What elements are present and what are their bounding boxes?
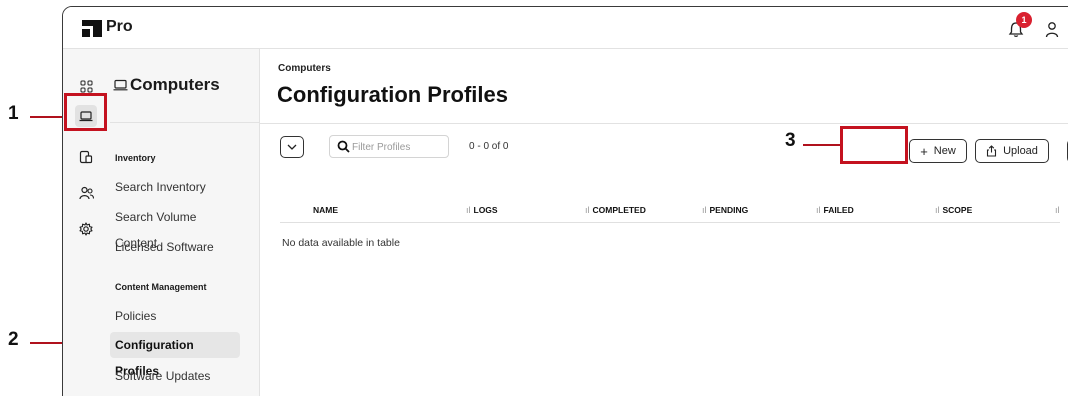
main-content: Computers Configuration Profiles 0 - 0 o… — [260, 49, 1068, 396]
sort-icon: ıl — [1055, 205, 1060, 215]
chevron-down-icon — [287, 144, 297, 150]
nav-section-inventory: Inventory — [115, 153, 156, 163]
table-header: NAME ıl LOGS ıl COMPLETED ıl PENDING ıl … — [280, 203, 1060, 223]
brand-logo — [82, 20, 102, 37]
new-button-label: New — [933, 145, 956, 157]
column-label: COMPLETED — [592, 205, 646, 215]
column-label: SCOPE — [942, 205, 973, 215]
sort-icon: ıl — [935, 205, 940, 215]
column-header-completed[interactable]: ıl COMPLETED — [585, 205, 646, 215]
column-label: LOGS — [473, 205, 498, 215]
sort-icon: ıl — [702, 205, 707, 215]
nav-title: Computers — [130, 75, 220, 94]
app-window: Pro 1 Computers Inventory Search Invento… — [62, 6, 1068, 396]
brand-name: Pro — [106, 18, 133, 35]
collapse-toggle-button[interactable] — [280, 136, 304, 158]
upload-button[interactable]: Upload — [975, 139, 1049, 163]
result-count: 0 - 0 of 0 — [469, 141, 509, 152]
devices-icon[interactable] — [75, 146, 97, 168]
callout-line-3 — [803, 144, 840, 146]
page-title: Configuration Profiles — [277, 82, 508, 107]
column-label: PENDING — [709, 205, 749, 215]
user-icon[interactable] — [1044, 21, 1060, 38]
sort-icon: ıl — [585, 205, 590, 215]
callout-box-1 — [64, 93, 107, 131]
notification-badge: 1 — [1016, 12, 1032, 28]
laptop-icon — [113, 79, 128, 91]
nav-header: Computers — [110, 49, 260, 123]
plus-icon: + — [920, 143, 928, 159]
divider — [260, 123, 1068, 124]
column-header-scope[interactable]: ıl SCOPE — [935, 205, 972, 215]
new-button[interactable]: + New — [909, 139, 967, 163]
sort-icon: ıl — [816, 205, 821, 215]
nav-item-configuration-profiles[interactable]: Configuration Profiles — [110, 332, 240, 378]
nav-item-software-updates[interactable]: Software Updates — [110, 363, 240, 389]
top-bar: Pro 1 — [63, 7, 1068, 49]
nav-item-policies[interactable]: Policies — [110, 303, 240, 329]
empty-table-message: No data available in table — [282, 237, 400, 249]
filter-profiles-input[interactable] — [352, 139, 446, 155]
nav-item-search-volume-content[interactable]: Search Volume Content — [110, 204, 240, 250]
column-header-logs[interactable]: ıl LOGS — [466, 205, 498, 215]
settings-icon[interactable] — [75, 218, 97, 240]
upload-button-label: Upload — [1003, 145, 1038, 157]
nav-item-licensed-software[interactable]: Licensed Software — [110, 234, 240, 260]
column-header-name[interactable]: NAME — [313, 205, 338, 215]
upload-icon — [987, 145, 997, 157]
filter-field[interactable] — [329, 135, 449, 158]
column-label: NAME — [313, 205, 339, 215]
sort-icon: ıl — [466, 205, 471, 215]
search-icon — [337, 140, 350, 153]
nav-panel: Computers Inventory Search Inventory Sea… — [110, 49, 260, 396]
nav-section-content-management: Content Management — [115, 282, 207, 292]
callout-number-1: 1 — [8, 103, 19, 124]
callout-box-3 — [840, 126, 908, 164]
column-header-failed[interactable]: ıl FAILED — [816, 205, 854, 215]
users-icon[interactable] — [75, 182, 97, 204]
nav-item-search-inventory[interactable]: Search Inventory — [110, 174, 240, 200]
column-header-pending[interactable]: ıl PENDING — [702, 205, 748, 215]
callout-line-1 — [30, 116, 66, 118]
callout-number-2: 2 — [8, 329, 19, 350]
column-label: FAILED — [823, 205, 854, 215]
column-header-more[interactable]: ıl — [1055, 205, 1060, 215]
callout-number-3: 3 — [785, 130, 796, 151]
breadcrumb[interactable]: Computers — [278, 63, 331, 74]
